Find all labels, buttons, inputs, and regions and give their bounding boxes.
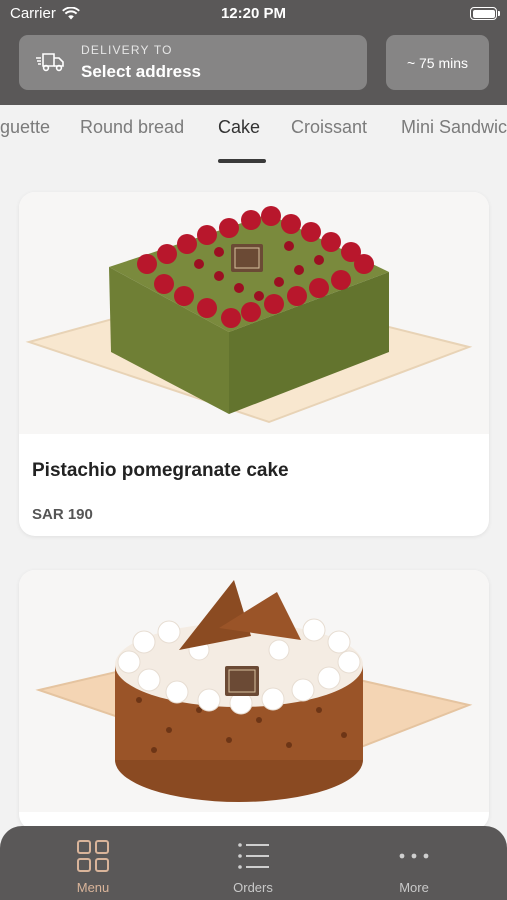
tab-croissant[interactable]: Croissant — [291, 117, 367, 138]
category-tabs: Baguette Round bread Cake Croissant Mini… — [0, 105, 507, 165]
address-value: Select address — [81, 62, 202, 81]
pistachio-cake-image — [19, 192, 489, 434]
battery-icon — [470, 7, 500, 20]
nav-more[interactable]: More — [354, 826, 474, 900]
product-price: SAR 190 — [32, 506, 93, 523]
product-card[interactable] — [19, 570, 489, 830]
product-name: Pistachio pomegranate cake — [32, 460, 289, 481]
tab-round-bread[interactable]: Round bread — [80, 117, 184, 138]
grid-icon — [77, 840, 109, 872]
nav-menu-label: Menu — [76, 880, 110, 895]
app-header: Carrier 12:20 PM DELIVERY TO Select addr… — [0, 0, 507, 105]
nav-orders[interactable]: Orders — [193, 826, 313, 900]
nav-more-label: More — [399, 880, 429, 895]
tab-mini-sandwich[interactable]: Mini Sandwich — [401, 117, 507, 138]
delivery-truck-icon — [36, 53, 64, 72]
more-dots-icon — [399, 853, 429, 859]
tab-cake[interactable]: Cake — [218, 117, 260, 138]
delivery-address-button[interactable]: DELIVERY TO Select address — [19, 35, 367, 90]
cream-cake-image — [19, 570, 489, 812]
status-time: 12:20 PM — [220, 5, 287, 22]
nav-menu[interactable]: Menu — [33, 826, 153, 900]
eta-label: ~ 75 mins — [406, 54, 469, 71]
eta-badge[interactable]: ~ 75 mins — [386, 35, 489, 90]
list-icon — [238, 843, 269, 869]
status-bar: Carrier 12:20 PM — [0, 0, 507, 28]
bottom-navigation: Menu Orders More — [0, 826, 507, 900]
active-tab-indicator — [218, 159, 266, 163]
delivery-to-label: DELIVERY TO — [81, 43, 173, 57]
product-card[interactable]: Pistachio pomegranate cake SAR 190 — [19, 192, 489, 536]
tab-baguette[interactable]: Baguette — [0, 117, 50, 138]
nav-orders-label: Orders — [233, 880, 273, 895]
